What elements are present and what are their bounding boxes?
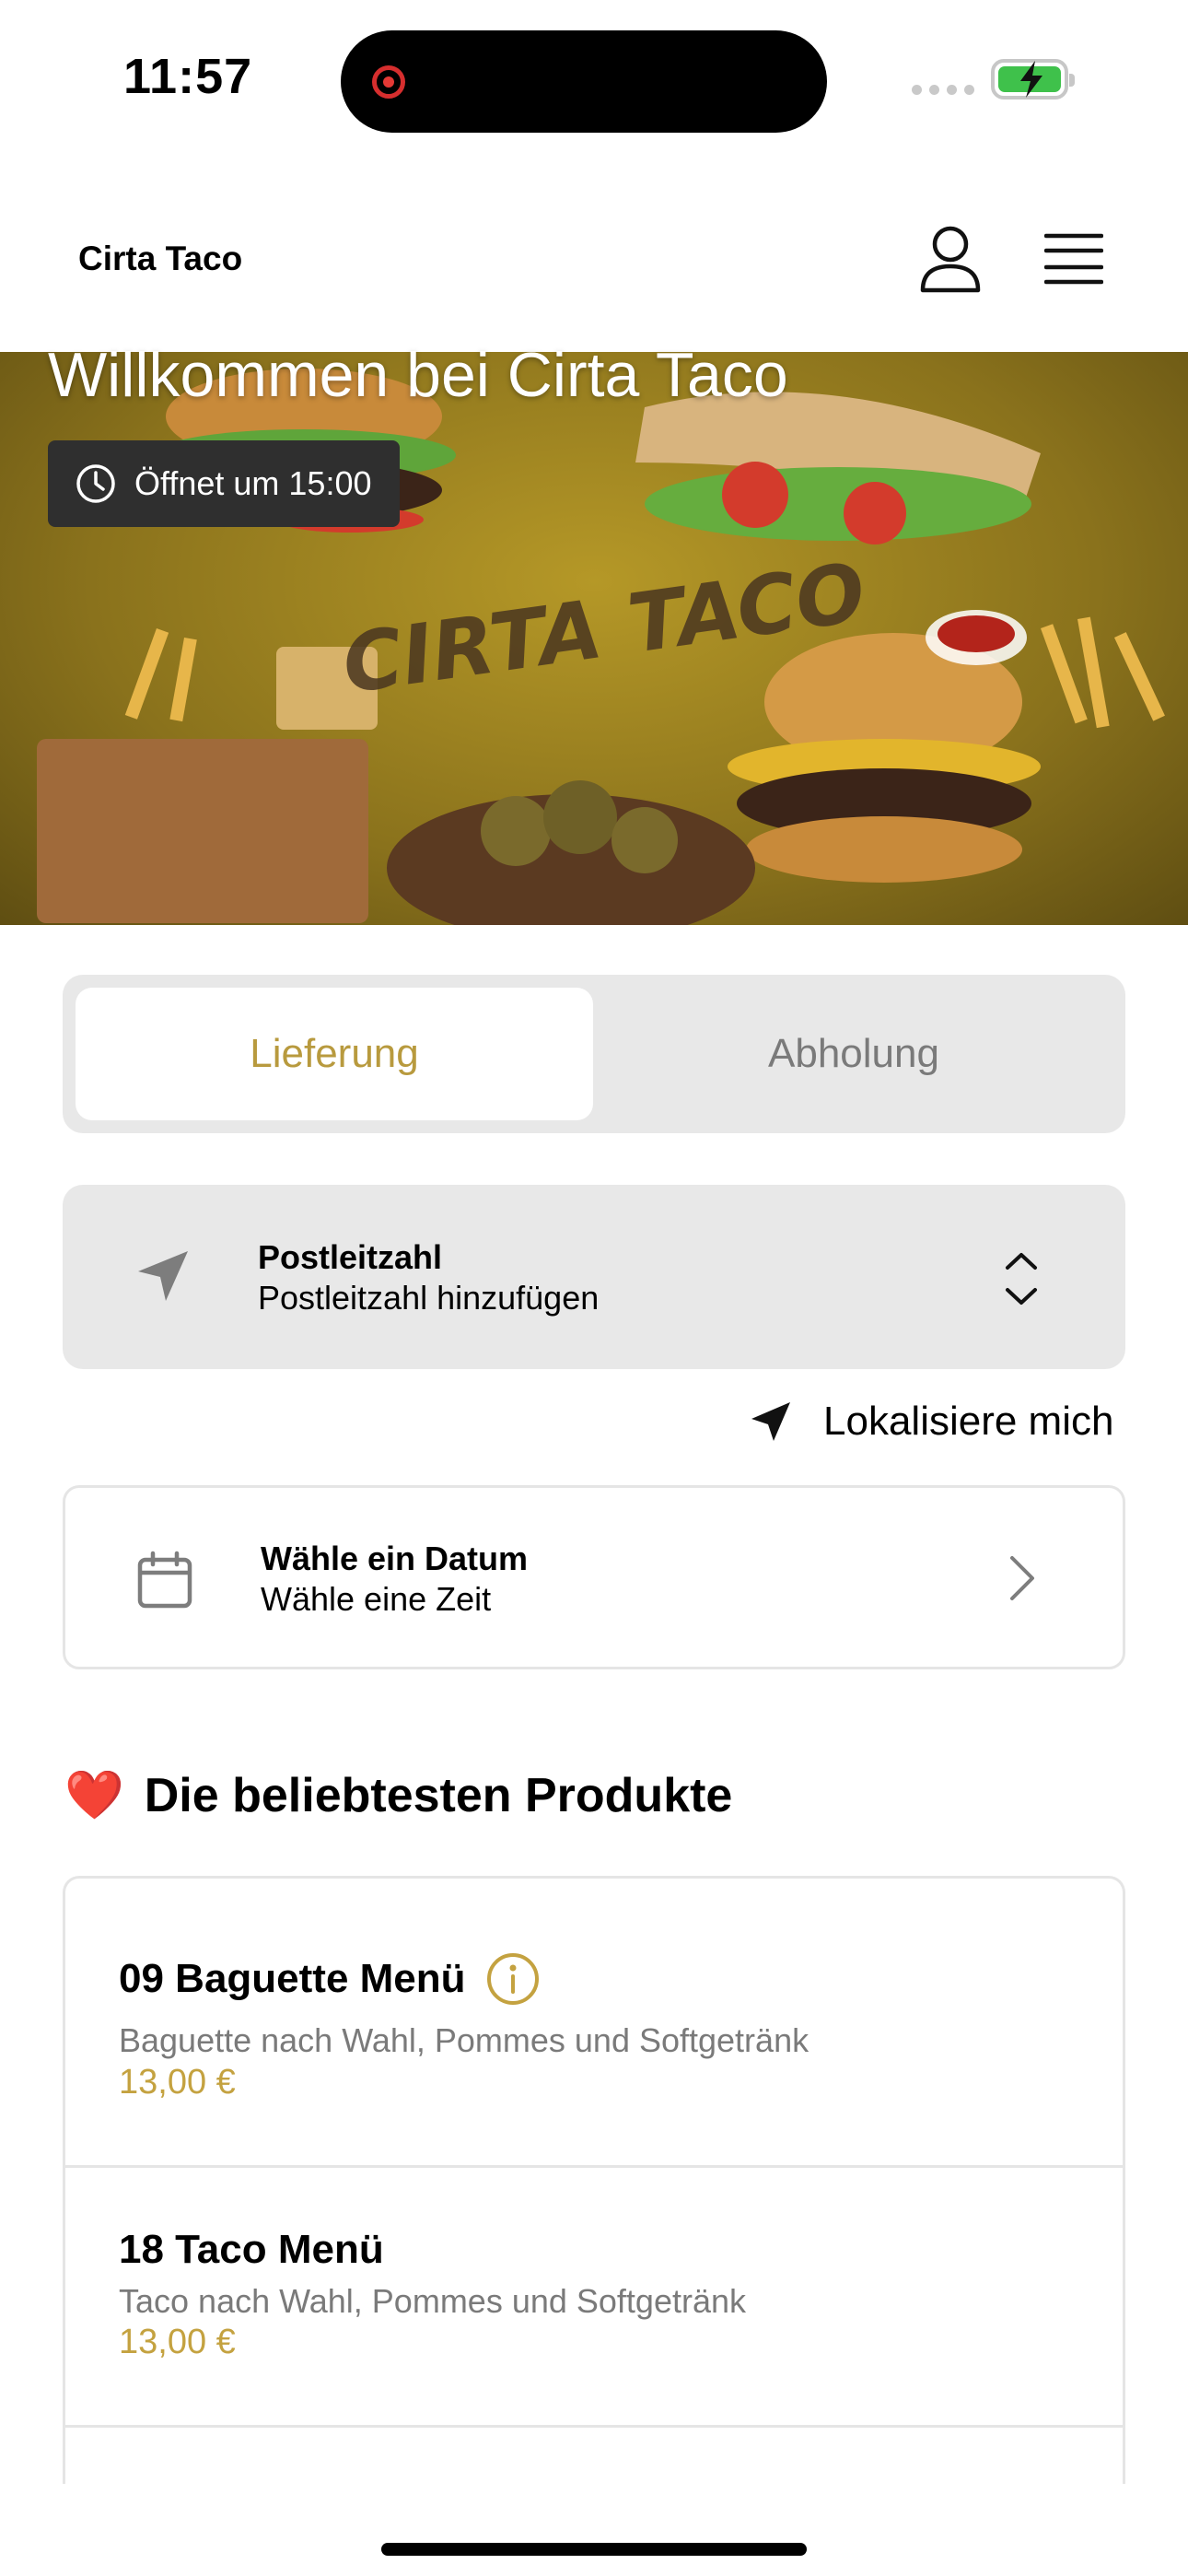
product-price: 13,00 €	[119, 2063, 236, 2102]
home-indicator[interactable]	[381, 2543, 807, 2556]
date-picker[interactable]: Wähle ein Datum Wähle eine Zeit	[63, 1485, 1125, 1669]
chevron-up-down-icon	[1006, 1253, 1037, 1305]
delivery-mode-toggle: Lieferung Abholung	[63, 975, 1125, 1133]
clock-icon	[76, 464, 115, 503]
locate-me-button[interactable]: Lokalisiere mich	[750, 1399, 1113, 1445]
date-title: Wähle ein Datum	[261, 1540, 529, 1577]
product-item[interactable]: 18 Taco Menü Taco nach Wahl, Pommes und …	[65, 2168, 1123, 2428]
chevron-right-icon	[1010, 1556, 1034, 1600]
brand-title[interactable]: Cirta Taco	[78, 240, 242, 278]
postcode-label: Postleitzahl	[258, 1238, 443, 1276]
popular-products-list: 09 Baguette Menü Baguette nach Wahl, Pom…	[63, 1876, 1125, 2576]
postcode-placeholder: Postleitzahl hinzufügen	[258, 1279, 600, 1317]
product-description: Baguette nach Wahl, Pommes und Softgeträ…	[119, 2021, 809, 2059]
opening-hours-text: Öffnet um 15:00	[134, 464, 372, 502]
product-name: 09 Baguette Menü	[119, 1956, 466, 2001]
info-icon[interactable]	[486, 1952, 540, 2006]
postcode-selector[interactable]: Postleitzahl Postleitzahl hinzufügen	[63, 1185, 1125, 1369]
popular-products-heading: ❤️ Die beliebtesten Produkte	[64, 1767, 732, 1823]
account-button[interactable]	[917, 224, 984, 294]
dynamic-island	[341, 30, 827, 133]
hero-food-image: CIRTA TACO	[37, 369, 1165, 925]
hero-banner: CIRTA TACO	[0, 352, 1188, 925]
user-icon	[920, 226, 981, 293]
product-name: 18 Taco Menü	[119, 2227, 384, 2272]
location-arrow-icon	[138, 1251, 188, 1301]
time-subtitle: Wähle eine Zeit	[261, 1580, 492, 1618]
signal-icon	[912, 85, 974, 95]
product-name-row: 18 Taco Menü	[119, 2227, 384, 2273]
heart-icon: ❤️	[64, 1769, 124, 1822]
menu-button[interactable]	[1043, 232, 1104, 286]
battery-charging-icon	[991, 59, 1075, 100]
product-description: Taco nach Wahl, Pommes und Softgetränk	[119, 2282, 747, 2320]
menu-icon	[1043, 233, 1104, 285]
opening-hours-badge: Öffnet um 15:00	[48, 440, 400, 527]
tab-delivery[interactable]: Lieferung	[76, 988, 593, 1120]
record-icon	[372, 65, 405, 99]
product-item[interactable]: 09 Baguette Menü Baguette nach Wahl, Pom…	[65, 1879, 1123, 2168]
locate-me-label: Lokalisiere mich	[823, 1399, 1114, 1444]
hero-title: Willkommen bei Cirta Taco	[48, 340, 788, 410]
bottom-safe-area	[0, 2484, 1188, 2576]
calendar-icon	[137, 1551, 192, 1609]
location-arrow-icon	[751, 1402, 790, 1441]
status-time: 11:57	[123, 49, 253, 104]
product-price: 13,00 €	[119, 2323, 236, 2361]
section-title: Die beliebtesten Produkte	[144, 1768, 733, 1822]
tab-pickup[interactable]: Abholung	[595, 988, 1112, 1120]
product-name-row: 09 Baguette Menü	[119, 1952, 540, 2006]
